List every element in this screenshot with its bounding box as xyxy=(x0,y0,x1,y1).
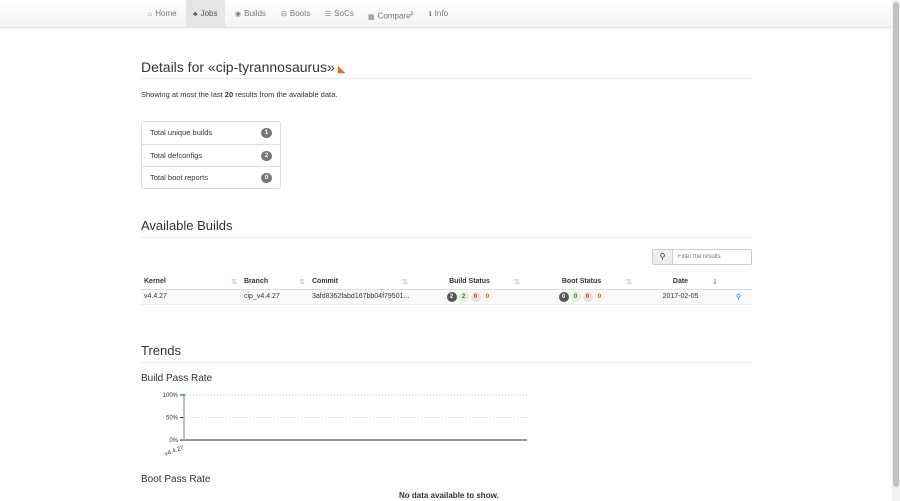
nav-jobs[interactable]: ♣ Jobs xyxy=(186,0,225,28)
count-badge: 2 xyxy=(261,151,272,161)
summary-list: Total unique builds 1 Total defconfigs 2 T… xyxy=(141,121,281,189)
kernel-cell[interactable]: v4.4.27 xyxy=(141,289,241,305)
divider xyxy=(141,237,752,238)
col-label: Kernel xyxy=(144,277,166,285)
top-navbar: ⌂ Home ♣ Jobs ◉ Builds ⊟ Boots ☰ SoCs ▦ Compareβ ℹ In… xyxy=(0,0,892,28)
divider xyxy=(141,362,752,363)
date-cell: 2017-02-05 xyxy=(636,289,722,305)
available-builds-heading: Available Builds xyxy=(141,218,233,233)
pass-badge: 2 xyxy=(458,291,469,302)
th-large-icon: ▦ xyxy=(368,13,375,21)
nav-home[interactable]: ⌂ Home xyxy=(141,0,184,28)
data-point[interactable] xyxy=(182,393,186,397)
col-branch[interactable]: Branch ⇅ xyxy=(241,274,309,290)
nav-label: Home xyxy=(155,9,177,18)
sort-icon[interactable]: ⇅ xyxy=(231,278,237,286)
total-badge: 2 xyxy=(446,291,457,302)
sort-icon[interactable]: ⇅ xyxy=(299,278,305,286)
unknown-badge: 0 xyxy=(482,291,493,302)
nav-label: Boots xyxy=(289,9,311,18)
page-title-text: Details for «cip-tyrannosaurus» xyxy=(141,59,335,75)
summary-boot-reports: Total boot reports 0 xyxy=(142,166,280,188)
filter-search: ⚲ xyxy=(652,249,752,265)
scrollbar-thumb[interactable] xyxy=(893,2,899,487)
search-icon[interactable]: ⚲ xyxy=(653,250,673,264)
col-actions xyxy=(722,274,752,290)
build-pass-rate-heading: Build Pass Rate xyxy=(141,373,213,384)
nav-label: Jobs xyxy=(200,9,218,18)
branch-cell: cip_v4.4.27 xyxy=(241,289,309,305)
col-label: Boot Status xyxy=(561,277,602,285)
lead-post: results from the available data. xyxy=(233,90,338,99)
total-badge: 0 xyxy=(558,291,569,302)
nav-compare[interactable]: ▦ Compareβ xyxy=(361,0,420,28)
summary-label: Total defconfigs xyxy=(150,151,203,160)
y-tick-label: 100% xyxy=(163,393,179,399)
nav-socs[interactable]: ☰ SoCs xyxy=(318,0,361,28)
sitemap-icon: ♣ xyxy=(193,11,198,18)
nav-label: Builds xyxy=(244,9,266,18)
nav-builds[interactable]: ◉ Builds xyxy=(228,0,273,28)
col-label: Commit xyxy=(312,277,339,285)
nav-label: Info xyxy=(434,9,449,18)
count-badge: 0 xyxy=(261,173,272,183)
col-label: Branch xyxy=(244,277,269,285)
nav-label: SoCs xyxy=(334,9,354,18)
sort-icon[interactable]: ⇅ xyxy=(626,278,632,286)
summary-label: Total unique builds xyxy=(150,128,213,137)
info-icon: ℹ xyxy=(429,11,432,18)
table-row[interactable]: v4.4.27 cip_v4.4.27 3afd8362fabd167bb04f… xyxy=(141,289,752,305)
summary-unique-builds: Total unique builds 1 xyxy=(142,122,280,144)
boot-no-data: No data available to show. xyxy=(399,491,499,500)
col-build-status[interactable]: Build Status ⇅ xyxy=(412,274,524,290)
col-date[interactable]: Date ⇃ xyxy=(636,274,722,290)
count-badge: 1 xyxy=(261,128,272,138)
build-status-cell: 2200 xyxy=(412,289,524,305)
fail-badge: 0 xyxy=(582,291,593,302)
col-boot-status[interactable]: Boot Status ⇅ xyxy=(524,274,636,290)
page-title: Details for «cip-tyrannosaurus» ◣ xyxy=(141,59,345,75)
commit-cell: 3afd8362fabd167bb04f79501... xyxy=(309,289,412,305)
search-icon[interactable]: ⚲ xyxy=(722,289,752,305)
nav-boots[interactable]: ⊟ Boots xyxy=(274,0,317,28)
filter-input[interactable] xyxy=(673,250,751,264)
lead-count: 20 xyxy=(224,90,234,99)
col-kernel[interactable]: Kernel ⇅ xyxy=(141,274,241,290)
home-icon: ⌂ xyxy=(148,11,153,18)
cube-icon: ◉ xyxy=(235,11,242,18)
y-tick-label: 0% xyxy=(169,438,178,444)
y-tick-label: 50% xyxy=(166,416,179,422)
boot-pass-rate-heading: Boot Pass Rate xyxy=(141,474,211,485)
x-tick-label: v4.4.27 xyxy=(164,445,185,458)
trends-heading: Trends xyxy=(141,343,181,358)
col-label: Date xyxy=(672,277,689,285)
th-list-icon: ☰ xyxy=(325,11,332,18)
col-label: Build Status xyxy=(449,277,490,285)
build-pass-rate-chart: 0% 50% 100% v4.4.27 xyxy=(163,393,527,458)
results-note: Showing at most the last 20 results from… xyxy=(141,90,337,99)
beta-mark: β xyxy=(410,11,414,17)
nav-label: Compare xyxy=(377,11,411,21)
builds-table: Kernel ⇅ Branch ⇅ Commit ⇅ Build Status ⇅ Bo… xyxy=(141,274,752,305)
nav-info[interactable]: ℹ Info xyxy=(422,0,455,28)
summary-defconfigs: Total defconfigs 2 xyxy=(142,144,280,166)
scrollbar[interactable] xyxy=(892,0,900,501)
fail-badge: 0 xyxy=(470,291,481,302)
hdd-icon: ⊟ xyxy=(281,11,287,18)
unknown-badge: 0 xyxy=(594,291,605,302)
sort-desc-icon[interactable]: ⇃ xyxy=(712,278,718,286)
pass-badge: 0 xyxy=(570,291,581,302)
lead-pre: Showing at most the last xyxy=(141,90,225,99)
divider xyxy=(141,78,752,79)
col-commit[interactable]: Commit ⇅ xyxy=(309,274,412,290)
rss-icon[interactable]: ◣ xyxy=(338,64,346,75)
summary-label: Total boot reports xyxy=(150,173,208,182)
boot-status-cell: 0000 xyxy=(524,289,636,305)
sort-icon[interactable]: ⇅ xyxy=(402,278,408,286)
sort-icon[interactable]: ⇅ xyxy=(514,278,520,286)
